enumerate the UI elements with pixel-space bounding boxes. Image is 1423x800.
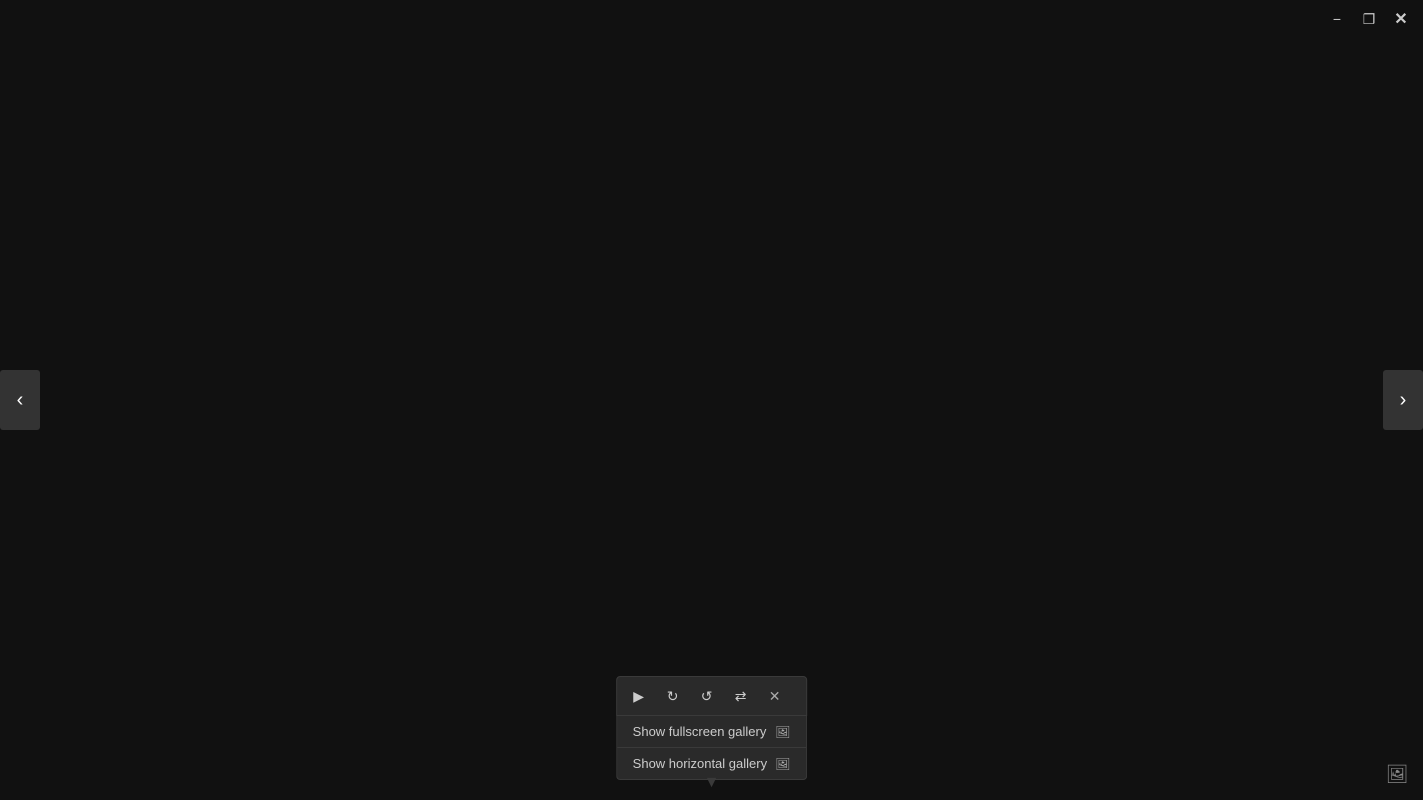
toolbar-icons-row: ▶ ↻ ↺ ⇄ ✕ (616, 676, 808, 716)
minimize-button[interactable]: − (1323, 8, 1351, 30)
gallery-bottom-right-icon: 🖼 (1386, 764, 1409, 785)
rotate-ccw-button[interactable]: ↺ (691, 681, 723, 711)
close-toolbar-button[interactable]: ✕ (759, 681, 791, 711)
flip-button[interactable]: ⇄ (725, 681, 757, 711)
toolbar-popup: ▶ ↻ ↺ ⇄ ✕ Show fullscreen gallery 🖼 Show… (616, 676, 808, 780)
dropdown-arrow: ▼ (704, 774, 720, 792)
horizontal-gallery-label: Show horizontal gallery (633, 756, 767, 771)
next-nav-button[interactable]: › (1383, 370, 1423, 430)
gallery-bottom-right-button[interactable]: 🖼 (1379, 756, 1415, 792)
horizontal-gallery-icon: 🖼 (775, 757, 790, 771)
window-controls: − ❐ ✕ (1323, 8, 1415, 30)
restore-button[interactable]: ❐ (1355, 8, 1383, 30)
rotate-cw-button[interactable]: ↻ (657, 681, 689, 711)
close-button[interactable]: ✕ (1387, 8, 1415, 30)
prev-nav-button[interactable]: ‹ (0, 370, 40, 430)
sidebar-toggle-button[interactable]: ▶ (623, 681, 655, 711)
toolbar-menu: Show fullscreen gallery 🖼 Show horizonta… (616, 716, 808, 780)
main-viewer: − ❐ ✕ ‹ › ▶ ↻ ↺ ⇄ ✕ Show fullscreen gall… (0, 0, 1423, 800)
fullscreen-gallery-icon: 🖼 (775, 725, 790, 739)
show-fullscreen-gallery-button[interactable]: Show fullscreen gallery 🖼 (617, 716, 807, 747)
fullscreen-gallery-label: Show fullscreen gallery (633, 724, 767, 739)
